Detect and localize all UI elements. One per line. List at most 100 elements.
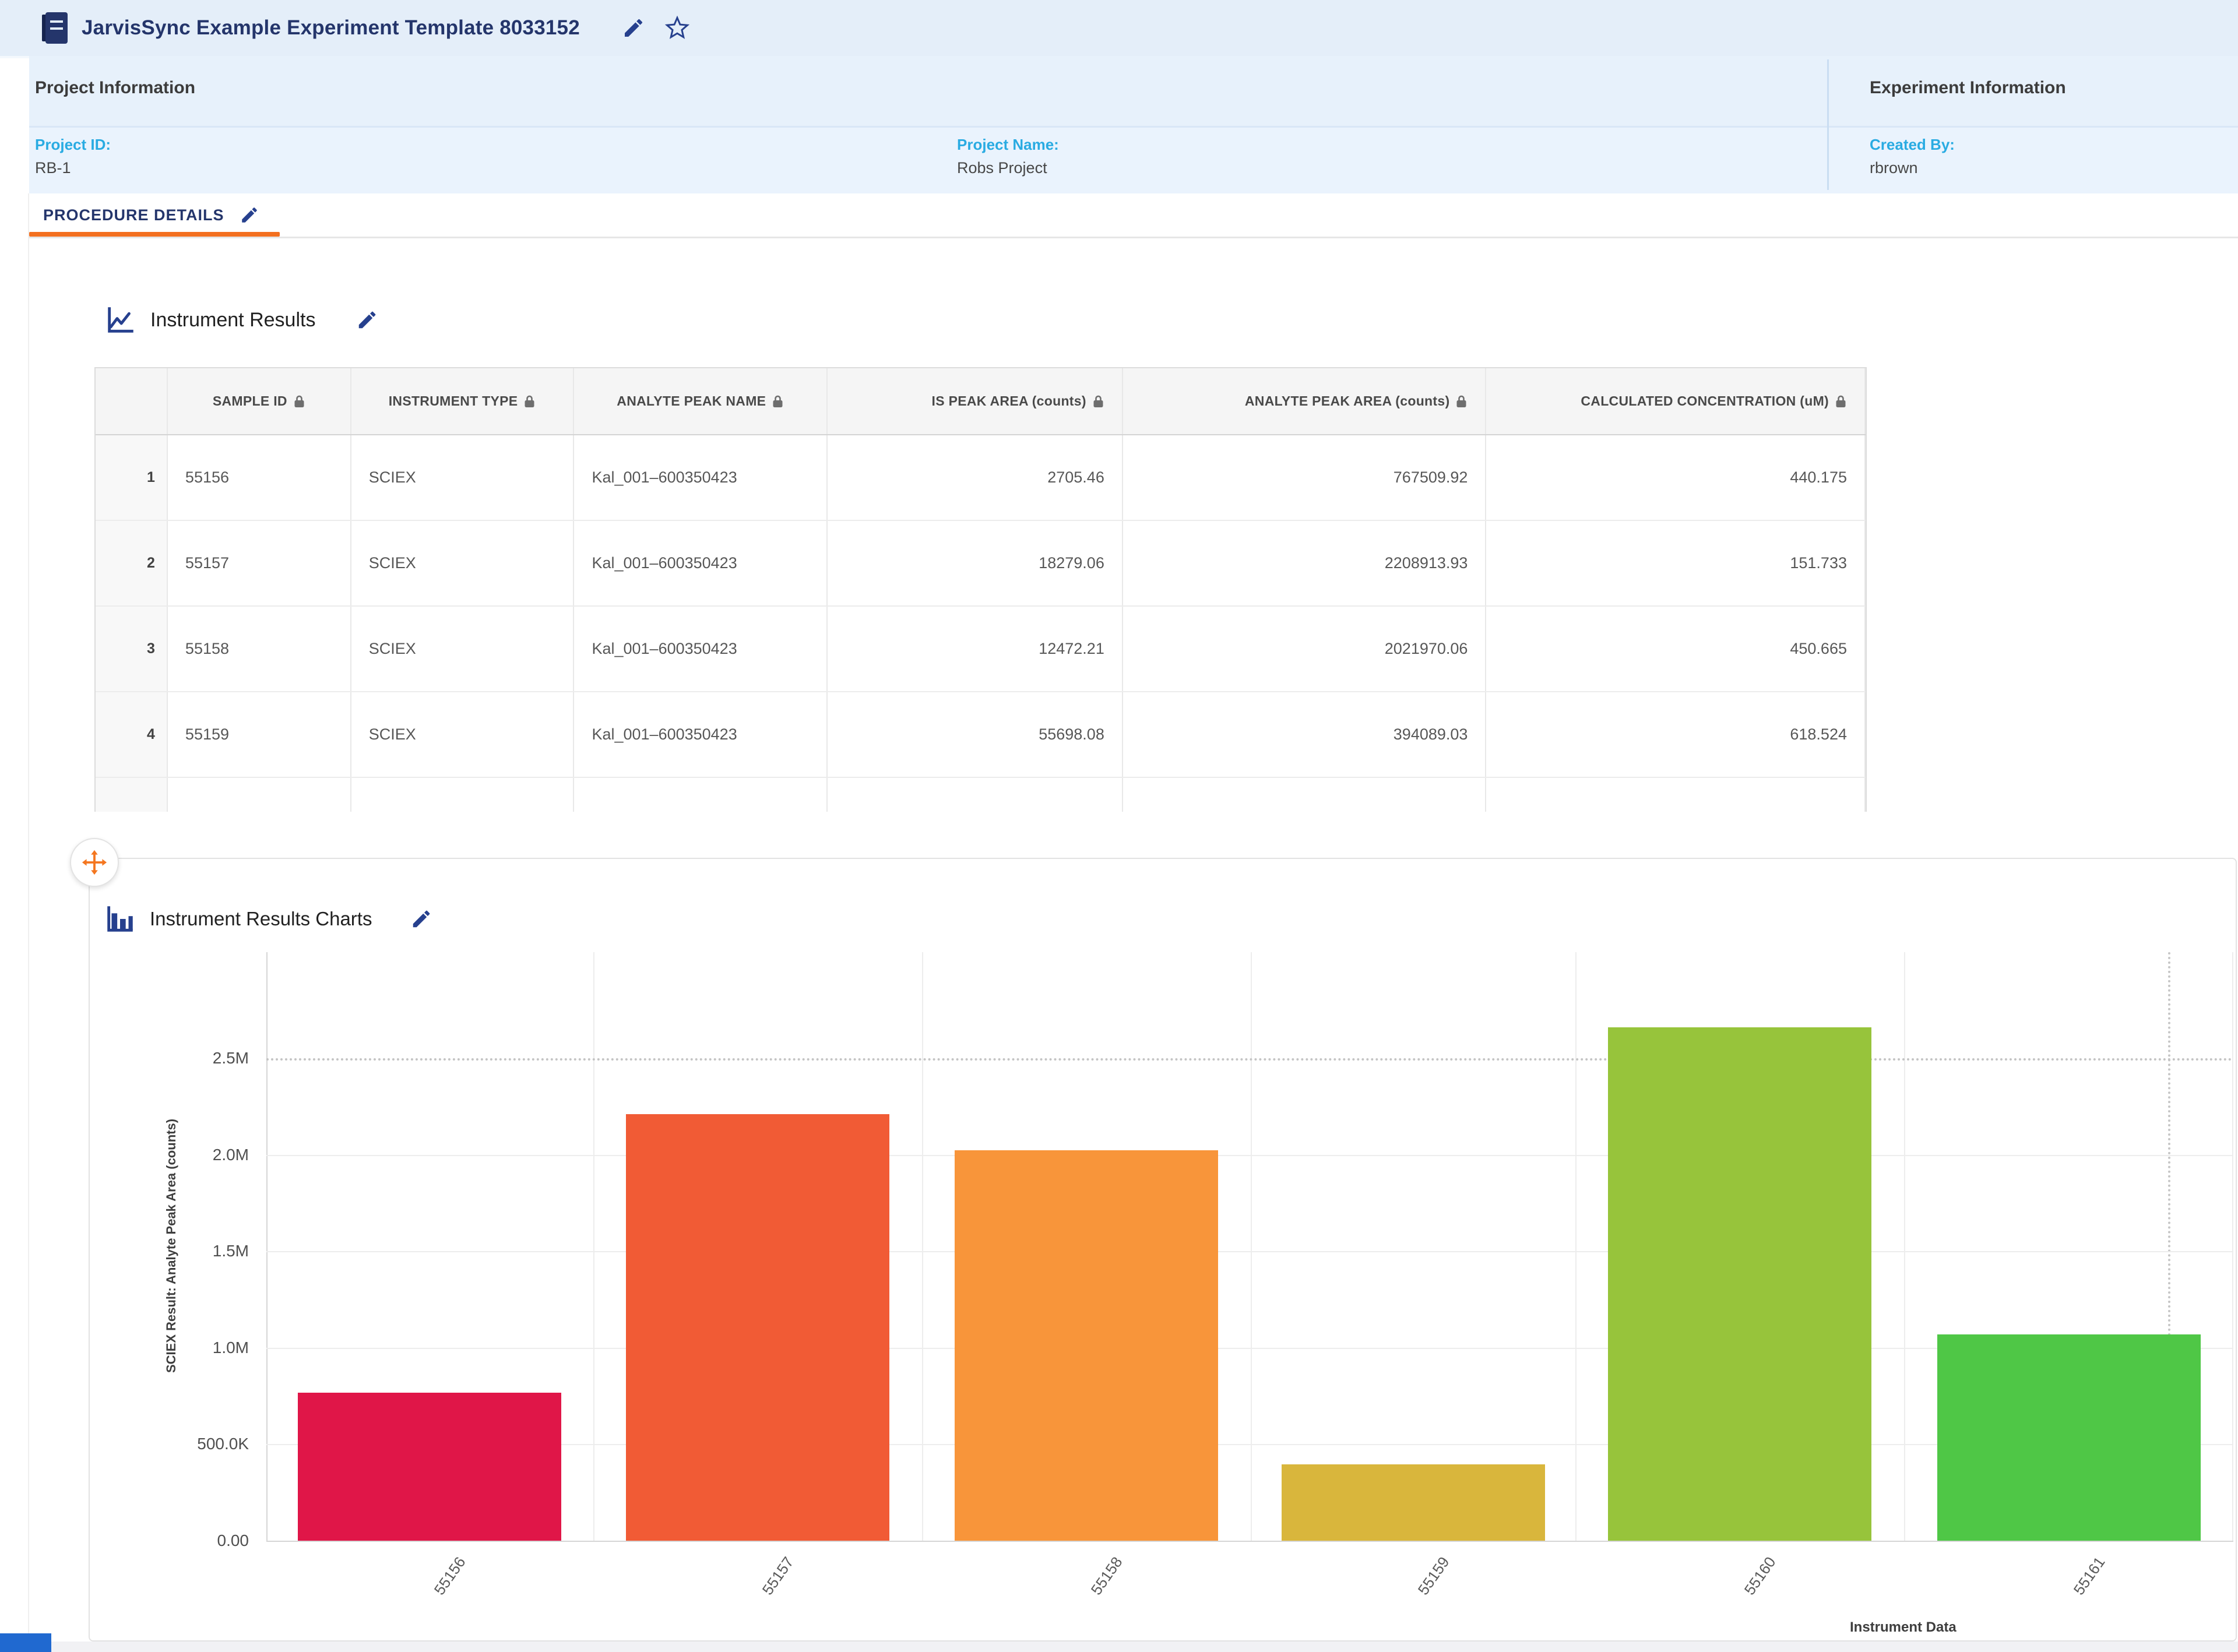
tab-procedure-details[interactable]: PROCEDURE DETAILS — [28, 193, 259, 237]
drag-handle[interactable] — [70, 838, 119, 887]
favorite-star-icon[interactable] — [665, 16, 689, 40]
table-cell-sample_id: 55160 — [168, 778, 351, 812]
bar-55156 — [298, 1393, 561, 1541]
table-row: 355158SCIEXKal_001–60035042312472.212021… — [96, 607, 1866, 692]
row-number-cell: 5 — [96, 778, 168, 812]
row-number-cell: 1 — [96, 435, 168, 520]
instrument-results-charts-card: Instrument Results Charts 2.5M2.0M1.5M1.… — [89, 858, 2237, 1642]
x-axis-title: Instrument Data — [1850, 1619, 1957, 1636]
table-cell-instrument_type: SCIEX — [351, 607, 575, 691]
column-header-label: ANALYTE PEAK AREA (counts) — [1245, 393, 1450, 409]
table-cell-sample_id: 55159 — [168, 692, 351, 777]
title-bar: JarvisSync Example Experiment Template 8… — [0, 0, 2238, 58]
table-cell-instrument_type: SCIEX — [351, 435, 575, 520]
created-by-label: Created By: — [1870, 133, 1955, 156]
column-header-label: ANALYTE PEAK NAME — [617, 393, 766, 409]
table-cell-is_peak_area: 12472.21 — [828, 607, 1123, 691]
project-name-value: Robs Project — [957, 156, 1059, 179]
project-name-label: Project Name: — [957, 133, 1059, 156]
table-header-row: SAMPLE ID INSTRUMENT TYPE ANALYTE PEAK NAM… — [96, 368, 1866, 435]
table-cell-is_peak_area: 2705.46 — [828, 435, 1123, 520]
table-row: 455159SCIEXKal_001–60035042355698.083940… — [96, 692, 1866, 778]
x-axis-tick-label: 55156 — [423, 1542, 477, 1609]
table-cell-sample_id: 55157 — [168, 521, 351, 605]
vertical-gridline — [1575, 952, 1577, 1541]
page-title: JarvisSync Example Experiment Template 8… — [82, 16, 580, 40]
column-header: CALCULATED CONCENTRATION (uM) — [1486, 368, 1866, 434]
project-id-field: Project ID: RB-1 — [35, 133, 111, 179]
experiment-information-title: Experiment Information — [1870, 78, 2066, 98]
table-cell-analyte_peak_area: 767509.92 — [1123, 435, 1487, 520]
table-row: 255157SCIEXKal_001–60035042318279.062208… — [96, 521, 1866, 607]
table-cell-is_peak_area: 64117.39 — [828, 778, 1123, 812]
lock-icon — [1092, 394, 1104, 408]
column-header-label: SAMPLE ID — [213, 393, 287, 409]
table-cell-instrument_type: SCIEX — [351, 692, 575, 777]
lock-icon — [772, 394, 784, 408]
info-band: Project Information Experiment Informati… — [29, 56, 2238, 193]
instrument-results-title: Instrument Results — [150, 309, 315, 332]
instrument-results-heading: Instrument Results — [104, 303, 378, 337]
content-left-border — [28, 193, 29, 1642]
table-cell-is_peak_area: 55698.08 — [828, 692, 1123, 777]
column-header: INSTRUMENT TYPE — [351, 368, 575, 434]
project-information-title: Project Information — [35, 78, 195, 98]
column-header: SAMPLE ID — [168, 368, 351, 434]
table-cell-calculated_concentration: 488.291 — [1486, 778, 1866, 812]
horizontal-dashed-reference-line — [266, 1058, 2233, 1061]
table-cell-analyte_peak_name: Kal_001–600350423 — [574, 607, 828, 691]
x-axis-tick-label: 55158 — [1079, 1542, 1134, 1609]
bar-55158 — [955, 1150, 1218, 1541]
table-row: 155156SCIEXKal_001–6003504232705.4676750… — [96, 435, 1866, 521]
edit-tab-pencil-icon[interactable] — [240, 205, 259, 225]
tab-procedure-details-label: PROCEDURE DETAILS — [43, 206, 224, 224]
experiment-document-icon — [42, 12, 68, 44]
lock-icon — [1455, 394, 1468, 408]
page-bottom-strip — [51, 1642, 2238, 1652]
info-vertical-divider — [1827, 59, 1829, 190]
y-axis-line — [266, 952, 268, 1541]
horizontal-gridline — [266, 1251, 2233, 1252]
vertical-gridline — [593, 952, 594, 1541]
row-number-cell: 2 — [96, 521, 168, 605]
table-cell-analyte_peak_name: Kal_001–600350423 — [574, 521, 828, 605]
x-axis-tick-label: 55160 — [1733, 1542, 1787, 1609]
edit-title-pencil-icon[interactable] — [622, 16, 645, 40]
vertical-gridline — [1904, 952, 1905, 1541]
jarvissync-page: JarvisSync Example Experiment Template 8… — [0, 0, 2238, 1652]
lock-icon — [523, 394, 536, 408]
column-header: IS PEAK AREA (counts) — [828, 368, 1123, 434]
table-cell-sample_id: 55156 — [168, 435, 351, 520]
vertical-gridline — [922, 952, 923, 1541]
vertical-gridline — [1251, 952, 1252, 1541]
edit-instrument-results-pencil-icon[interactable] — [356, 309, 378, 331]
row-number-cell: 3 — [96, 607, 168, 691]
table-cell-calculated_concentration: 151.733 — [1486, 521, 1866, 605]
x-axis-tick-label: 55159 — [1406, 1542, 1461, 1609]
table-cell-calculated_concentration: 440.175 — [1486, 435, 1866, 520]
table-corner-cell — [96, 368, 168, 434]
column-header-label: IS PEAK AREA (counts) — [932, 393, 1086, 409]
table-cell-calculated_concentration: 450.665 — [1486, 607, 1866, 691]
table-cell-analyte_peak_area: 2021970.06 — [1123, 607, 1487, 691]
bar-chart: 2.5M2.0M1.5M1.0M500.0K0.0055156551575515… — [90, 859, 2236, 1640]
line-chart-icon — [104, 303, 138, 337]
table-cell-analyte_peak_area: 2659208.14 — [1123, 778, 1487, 812]
lock-icon — [1835, 394, 1847, 408]
table-cell-instrument_type: SCIEX — [351, 778, 575, 812]
column-header: ANALYTE PEAK AREA (counts) — [1123, 368, 1487, 434]
bar-55160 — [1608, 1027, 1871, 1541]
project-id-value: RB-1 — [35, 156, 111, 179]
bar-55157 — [626, 1114, 889, 1541]
table-row: 555160SCIEXKal_001–60035042364117.392659… — [96, 778, 1866, 812]
lock-icon — [293, 394, 305, 408]
column-header-label: CALCULATED CONCENTRATION (uM) — [1581, 393, 1829, 409]
project-name-field: Project Name: Robs Project — [957, 133, 1059, 179]
horizontal-gridline — [266, 1155, 2233, 1156]
table-cell-is_peak_area: 18279.06 — [828, 521, 1123, 605]
table-cell-analyte_peak_area: 2208913.93 — [1123, 521, 1487, 605]
table-cell-analyte_peak_name: Kal_001–600350423 — [574, 435, 828, 520]
column-header: ANALYTE PEAK NAME — [574, 368, 828, 434]
column-header-label: INSTRUMENT TYPE — [389, 393, 518, 409]
y-axis-title: SCIEX Result: Analyte Peak Area (counts) — [164, 1024, 179, 1467]
